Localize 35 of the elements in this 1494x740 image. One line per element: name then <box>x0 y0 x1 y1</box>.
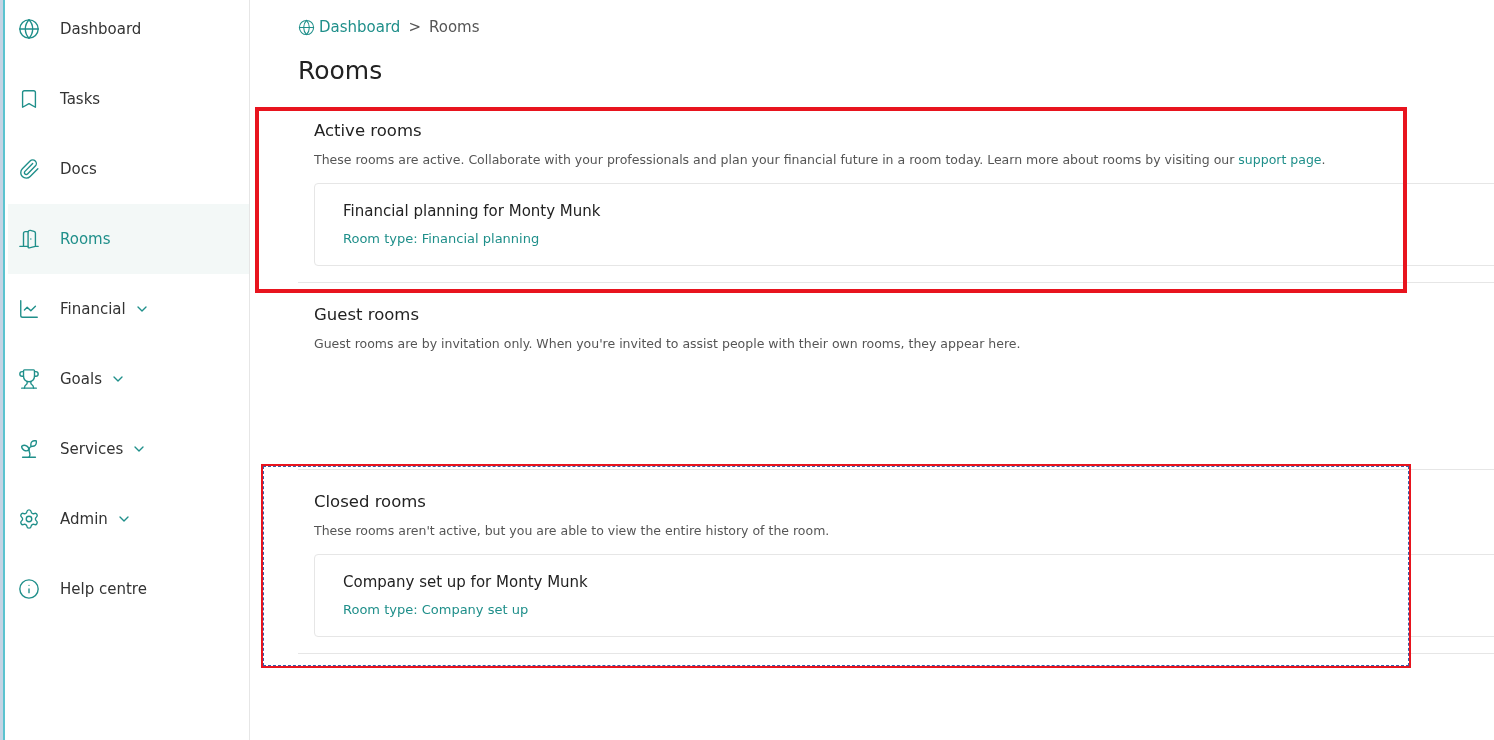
room-type-link[interactable]: Room type: Company set up <box>343 602 529 617</box>
sidebar-item[interactable]: Services <box>8 414 249 484</box>
page-title: Rooms <box>298 56 384 85</box>
line-chart-icon <box>18 298 40 320</box>
sidebar-item[interactable]: Docs <box>8 134 249 204</box>
support-link[interactable]: support page <box>1238 152 1322 167</box>
room-type-link[interactable]: Room type: Financial planning <box>343 231 540 246</box>
section-title: Guest rooms <box>314 305 420 324</box>
room-name: Financial planning for Monty Munk <box>343 202 602 220</box>
paperclip-icon <box>18 158 40 180</box>
section-description: These rooms are active. Collaborate with your professionals and plan your financial future in a room today. Learn more about rooms by visiting our support page. <box>314 152 1327 167</box>
section-description: Guest rooms are by invitation only. When you're invited to assist people with their own rooms, they appear here. <box>314 336 1022 351</box>
section-description: These rooms aren't active, but you are able to view the entire history of the room. <box>314 523 831 538</box>
globe-icon <box>298 18 315 36</box>
sidebar-item[interactable]: Help centre <box>8 554 249 624</box>
room-name: Company set up for Monty Munk <box>343 573 589 591</box>
breadcrumb-link[interactable]: Dashboard <box>298 18 401 36</box>
room-card[interactable]: Financial planning for Monty Munk Room type: Financial planning <box>314 183 1494 266</box>
room-card[interactable]: Company set up for Monty Munk Room type: Company set up <box>314 554 1494 637</box>
breadcrumb-current: Rooms <box>428 18 480 36</box>
door-icon <box>18 228 40 250</box>
sidebar-item[interactable]: Tasks <box>8 64 249 134</box>
settings-icon <box>18 508 40 530</box>
globe-icon <box>18 18 40 40</box>
section-title: Closed rooms <box>314 492 427 511</box>
breadcrumb-separator: > <box>408 18 421 36</box>
info-icon <box>18 578 40 600</box>
sidebar-item[interactable]: Admin <box>8 484 249 554</box>
sidebar-item[interactable]: Dashboard <box>8 0 249 64</box>
section-title: Active rooms <box>314 121 423 140</box>
trophy-icon <box>18 368 40 390</box>
sidebar-item[interactable]: Financial <box>8 274 249 344</box>
sidebar-item[interactable]: Goals <box>8 344 249 414</box>
sidebar-item[interactable]: Rooms <box>8 204 249 274</box>
sprout-icon <box>18 438 40 460</box>
